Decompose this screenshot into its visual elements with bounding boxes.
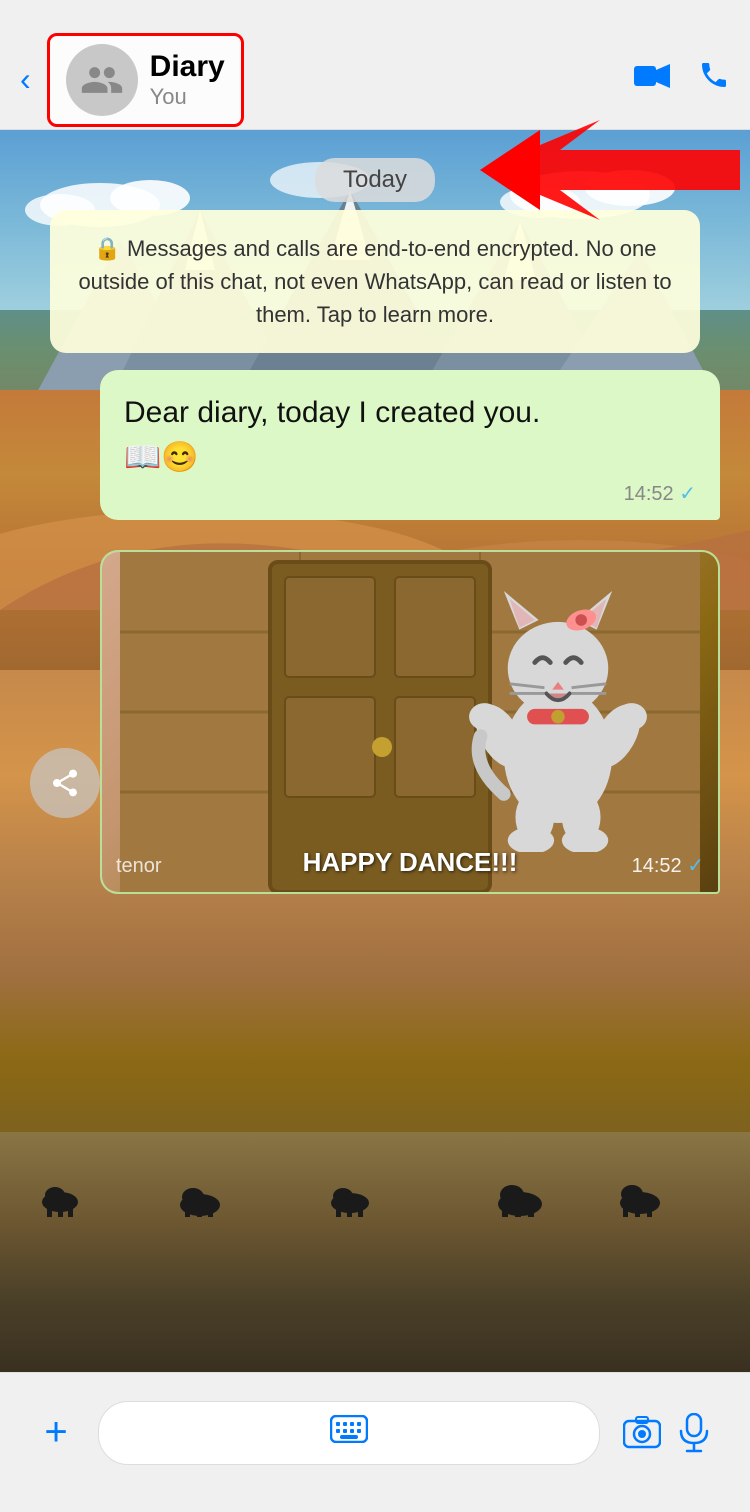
- share-icon: [49, 767, 81, 799]
- video-call-button[interactable]: [634, 60, 670, 99]
- header-left: ‹ Diary You: [10, 33, 244, 127]
- message-text: Dear diary, today I created you.: [124, 392, 696, 434]
- avatar: [66, 44, 138, 116]
- contact-name: Diary: [150, 50, 225, 84]
- add-attachment-button[interactable]: +: [30, 1407, 82, 1459]
- cat-character: [458, 562, 658, 852]
- gif-tenor-label: tenor: [116, 855, 162, 878]
- chat-background: Today 🔒 Messages and calls are end-to-en…: [0, 130, 750, 1372]
- message-emojis: 📖😊: [124, 440, 696, 475]
- today-badge: Today: [315, 158, 435, 202]
- cattle-silhouettes: [0, 1167, 750, 1217]
- gif-content: [102, 552, 718, 892]
- encryption-notice[interactable]: 🔒 Messages and calls are end-to-end encr…: [50, 210, 700, 353]
- bottom-toolbar: +: [0, 1372, 750, 1512]
- contact-highlight-box[interactable]: Diary You: [47, 33, 244, 127]
- chat-header: ‹ Diary You: [0, 0, 750, 130]
- camera-button[interactable]: [616, 1407, 668, 1459]
- share-button[interactable]: [30, 748, 100, 818]
- message-text-bubble[interactable]: Dear diary, today I created you. 📖😊 14:5…: [100, 370, 720, 520]
- person-group-icon: [80, 58, 124, 102]
- contact-subtitle: You: [150, 84, 225, 110]
- gif-read-checkmark: ✓: [687, 855, 704, 877]
- contact-info: Diary You: [150, 50, 225, 110]
- gif-message-time: 14:52 ✓: [632, 853, 704, 878]
- gif-message-bubble[interactable]: tenor HAPPY DANCE!!! 14:52 ✓: [100, 550, 720, 894]
- back-button[interactable]: ‹: [10, 53, 41, 106]
- header-actions: [634, 59, 730, 100]
- message-time: 14:52 ✓: [124, 481, 696, 506]
- microphone-button[interactable]: [668, 1407, 720, 1459]
- gif-caption-text: HAPPY DANCE!!!: [303, 847, 518, 878]
- voice-call-button[interactable]: [698, 59, 730, 100]
- keyboard-icon: [330, 1415, 368, 1450]
- message-input[interactable]: [98, 1401, 600, 1465]
- read-checkmark: ✓: [679, 483, 696, 505]
